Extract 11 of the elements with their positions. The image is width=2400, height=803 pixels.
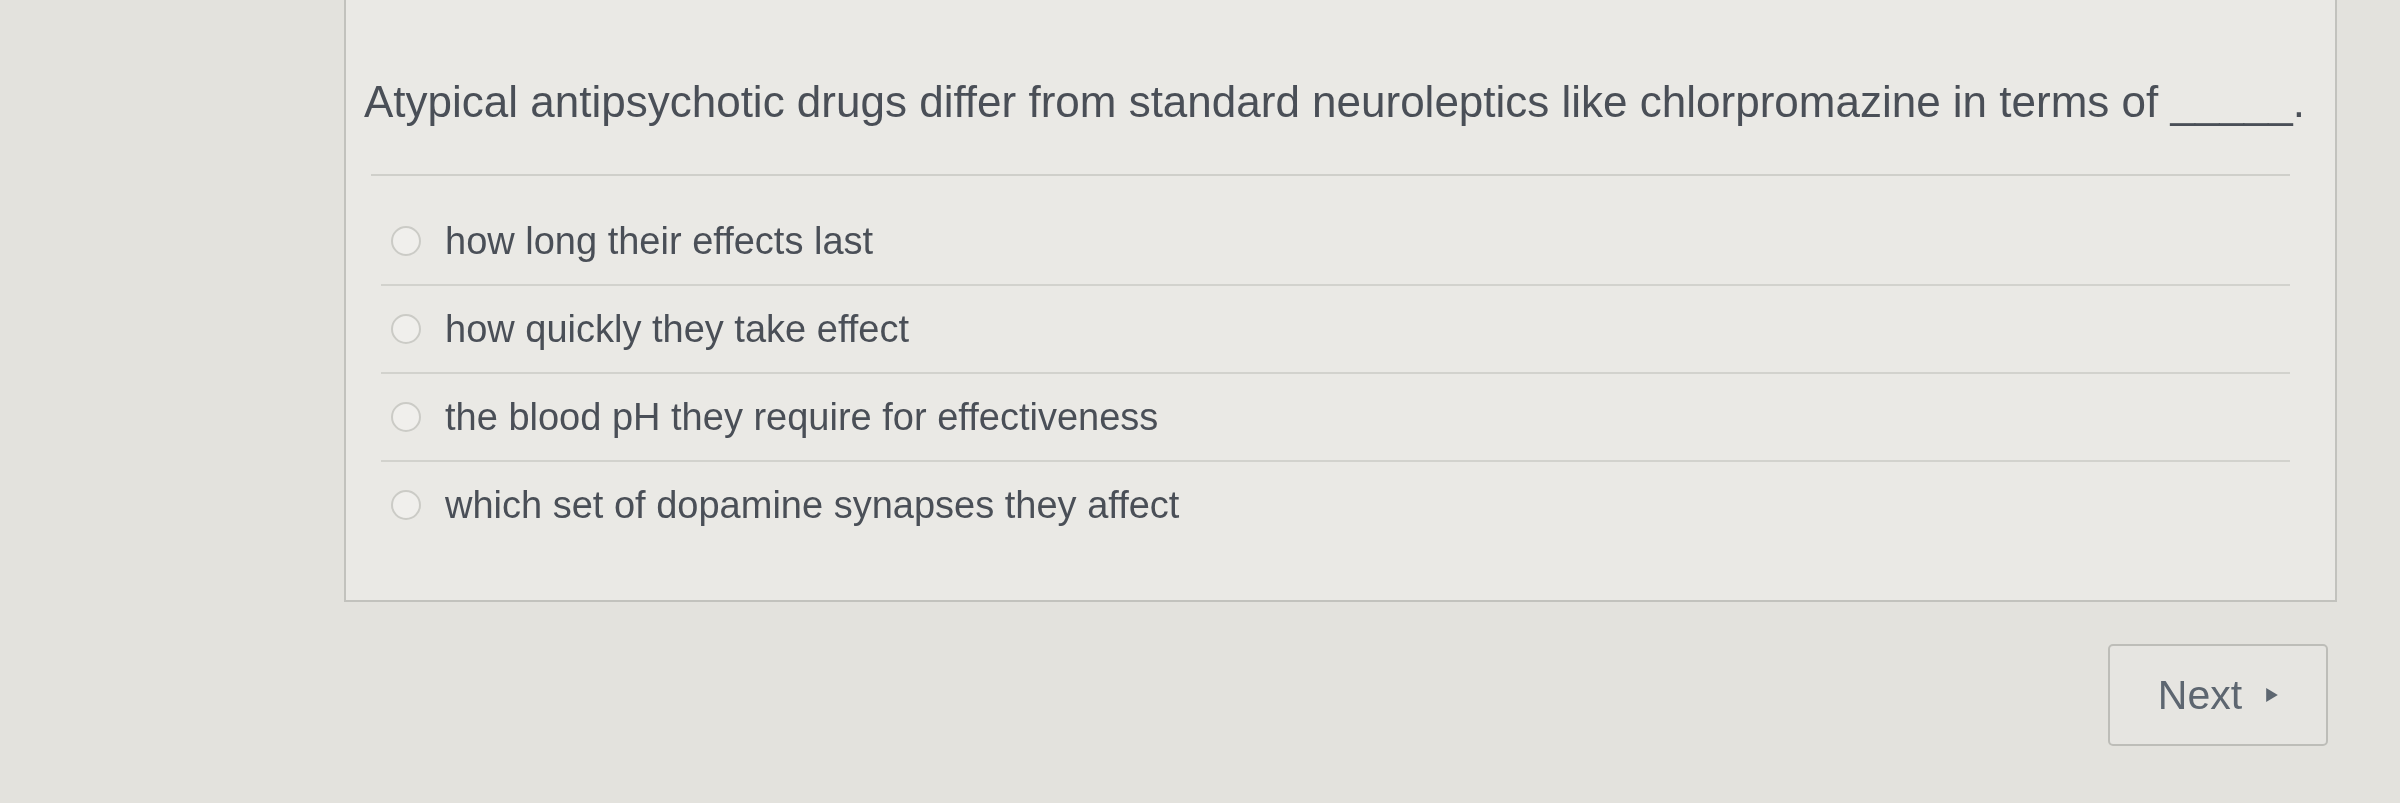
radio-button[interactable]	[391, 490, 421, 520]
radio-button[interactable]	[391, 314, 421, 344]
radio-button[interactable]	[391, 226, 421, 256]
option-label[interactable]: how long their effects last	[445, 218, 874, 264]
option-label[interactable]: which set of dopamine synapses they affect	[445, 482, 1180, 528]
option-label[interactable]: the blood pH they require for effectiveness	[445, 394, 1159, 440]
question-text: Atypical antipsychotic drugs differ from standard neuroleptics like chlorpromazine in terms of _____.	[364, 76, 2306, 128]
option-label[interactable]: how quickly they take effect	[445, 306, 909, 352]
triangle-right-icon	[2266, 688, 2279, 702]
next-button[interactable]: Next	[2108, 644, 2328, 746]
radio-button[interactable]	[391, 402, 421, 432]
